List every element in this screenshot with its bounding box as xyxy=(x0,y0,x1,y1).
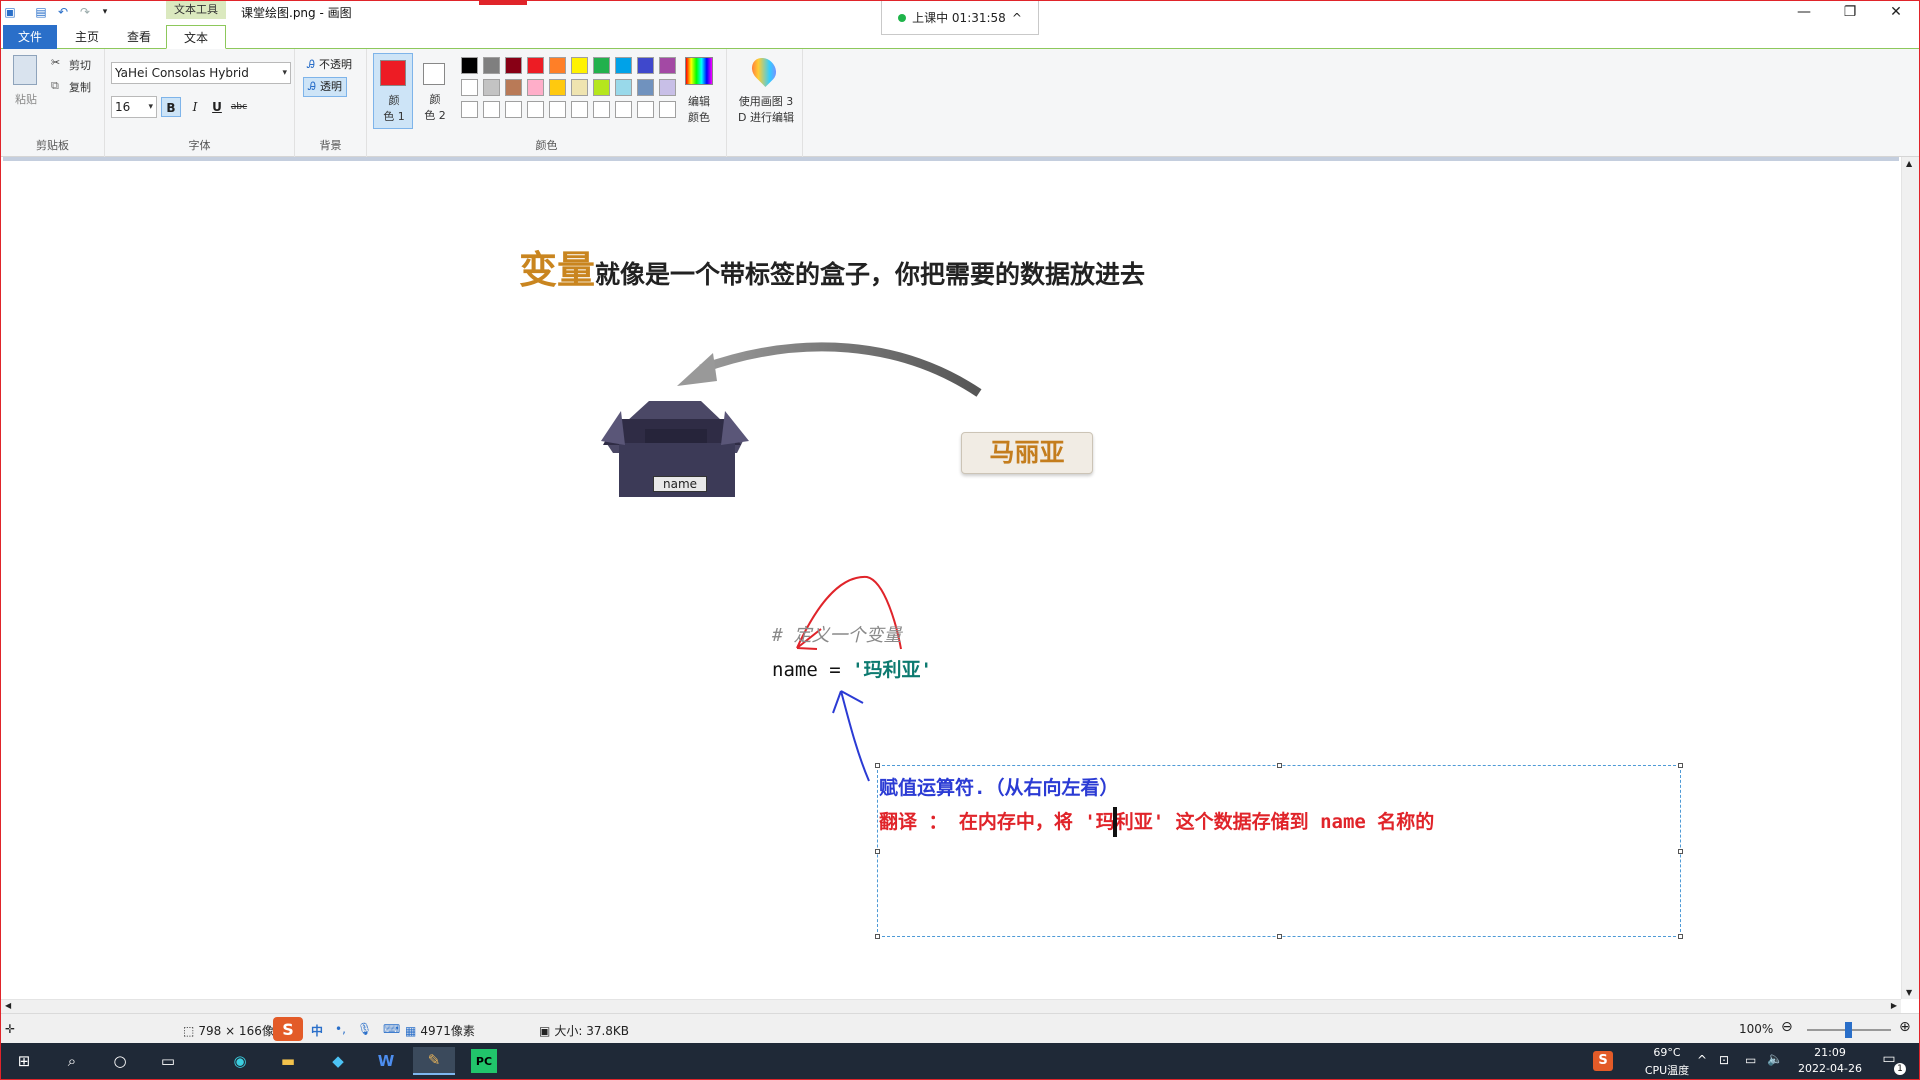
curved-arrow xyxy=(699,342,982,397)
word-icon[interactable]: W xyxy=(365,1047,407,1075)
file-size: ▣ 大小: 37.8KB xyxy=(539,1022,629,1039)
box-label: name xyxy=(653,476,707,492)
taskbar: ⊞ ⌕ ○ ▭ ◉ ▬ ◆ W ✎ PC S 69°C CPU温度 ^ ⊡ ▭ … xyxy=(1,1043,1919,1079)
zoom-out-button[interactable]: ⊖ xyxy=(1781,1019,1793,1035)
cpu-temp-label: CPU温度 xyxy=(1644,1064,1690,1077)
textbox-line-1[interactable]: 赋值运算符.（从右向左看） xyxy=(879,773,1118,800)
resize-handle[interactable] xyxy=(1277,763,1282,768)
clock-time[interactable]: 21:09 xyxy=(1795,1046,1865,1059)
text-caret xyxy=(1113,807,1117,837)
task-view-icon[interactable]: ▭ xyxy=(147,1047,189,1075)
network-icon[interactable]: ⊡ xyxy=(1719,1053,1729,1067)
zoom-in-button[interactable]: ⊕ xyxy=(1899,1019,1911,1035)
battery-icon[interactable]: ▭ xyxy=(1745,1053,1756,1067)
scroll-up-icon[interactable]: ▲ xyxy=(1906,159,1912,168)
zoom-level: 100% xyxy=(1739,1022,1774,1036)
edge-icon[interactable]: ◉ xyxy=(219,1047,261,1075)
ime-mode[interactable]: 中 xyxy=(311,1022,323,1039)
grid-icon: ▦ xyxy=(405,1023,417,1038)
tag-card: 马丽亚 xyxy=(961,432,1093,474)
code-string: '玛利亚' xyxy=(852,659,932,681)
code-comment: # 定义一个变量 xyxy=(772,625,902,646)
textbox-line-2[interactable]: 翻译 ： 在内存中，将 '玛利亚' 这个数据存储到 name 名称的 xyxy=(879,807,1434,834)
selection-size: ⬚ 798 × 166像素 xyxy=(183,1022,286,1039)
microphone-icon[interactable]: 🎙 xyxy=(357,1022,372,1036)
pycharm-icon[interactable]: PC xyxy=(471,1049,497,1073)
curved-arrow-head xyxy=(677,353,717,386)
resize-handle[interactable] xyxy=(1678,763,1683,768)
clock-date[interactable]: 2022-04-26 xyxy=(1795,1062,1865,1075)
notification-count: 1 xyxy=(1894,1063,1906,1075)
keyboard-icon[interactable]: ⌨ xyxy=(383,1022,400,1036)
code-variable: name = xyxy=(772,659,853,681)
horizontal-scrollbar[interactable]: ◀ ▶ xyxy=(1,999,1901,1013)
file-explorer-icon[interactable]: ▬ xyxy=(267,1047,309,1075)
blue-annotation-arrow xyxy=(832,690,870,782)
resize-handle[interactable] xyxy=(875,849,880,854)
cortana-icon[interactable]: ○ xyxy=(99,1047,141,1075)
tray-chevron-icon[interactable]: ^ xyxy=(1697,1053,1707,1067)
paint-taskbar-icon[interactable]: ✎ xyxy=(413,1047,455,1075)
scroll-right-icon[interactable]: ▶ xyxy=(1891,1001,1897,1010)
file-size-value: 大小: 37.8KB xyxy=(554,1024,630,1038)
search-icon[interactable]: ⌕ xyxy=(51,1047,93,1075)
resize-handle[interactable] xyxy=(1678,849,1683,854)
pixel-count-value: 4971像素 xyxy=(420,1024,475,1038)
move-icon: ✛ xyxy=(5,1022,16,1036)
disk-icon: ▣ xyxy=(539,1023,551,1038)
paint-window: ▣ ▤ ↶ ↷ ▾ 文本工具 课堂绘图.png - 画图 上课中 01:31:5… xyxy=(0,0,1920,1080)
resize-handle[interactable] xyxy=(875,763,880,768)
scroll-left-icon[interactable]: ◀ xyxy=(5,1001,11,1010)
vertical-scrollbar[interactable]: ▲ ▼ xyxy=(1901,157,1919,999)
resize-handle[interactable] xyxy=(875,934,880,939)
sogou-ime-icon[interactable]: S xyxy=(273,1017,303,1041)
sogou-tray-icon[interactable]: S xyxy=(1593,1051,1613,1071)
status-bar: ✛ ⬚ 798 × 166像素 S 中 •, 🎙 ⌨ ▦ 4971像素 ▣ 大小: 3… xyxy=(1,1013,1919,1043)
code-line: name = '玛利亚' xyxy=(772,655,932,682)
selection-icon: ⬚ xyxy=(183,1023,195,1038)
pixel-count: ▦ 4971像素 xyxy=(405,1022,475,1039)
volume-icon[interactable]: 🔈 xyxy=(1767,1052,1783,1067)
resize-handle[interactable] xyxy=(1678,934,1683,939)
cpu-temp: 69°C xyxy=(1653,1046,1681,1059)
start-windows-icon[interactable]: ⊞ xyxy=(3,1047,45,1075)
zoom-slider-thumb[interactable] xyxy=(1845,1022,1852,1038)
punctuation-icon[interactable]: •, xyxy=(335,1022,346,1036)
resize-handle[interactable] xyxy=(1277,934,1282,939)
scroll-down-icon[interactable]: ▼ xyxy=(1906,988,1912,997)
app-icon-diamond[interactable]: ◆ xyxy=(317,1047,359,1075)
